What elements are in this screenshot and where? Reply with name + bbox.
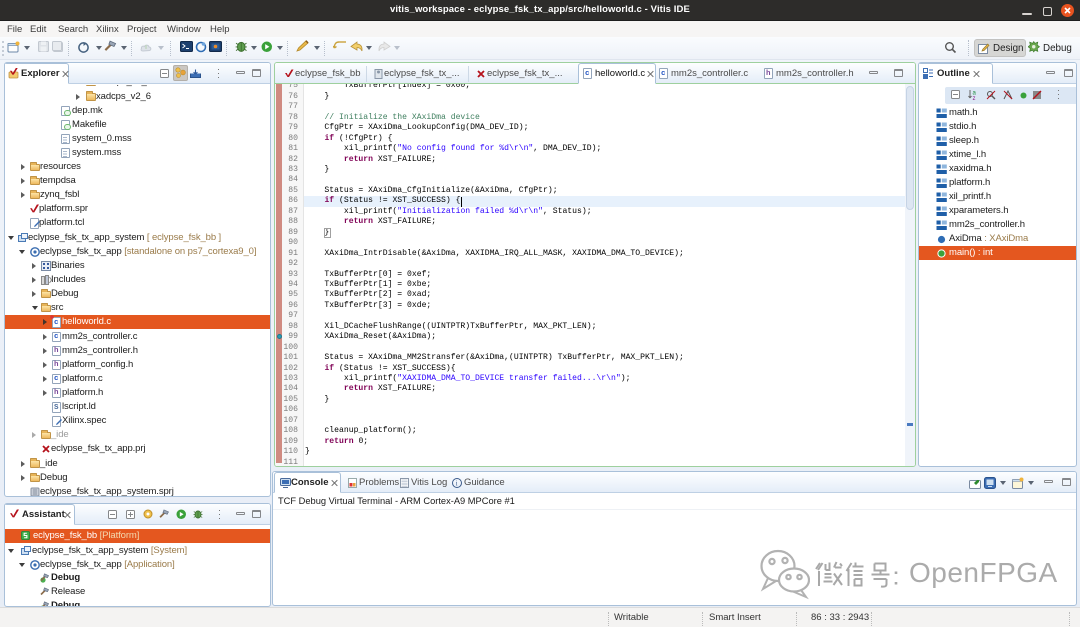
svg-text:i: i [456, 480, 458, 488]
svg-text:z: z [973, 96, 976, 100]
